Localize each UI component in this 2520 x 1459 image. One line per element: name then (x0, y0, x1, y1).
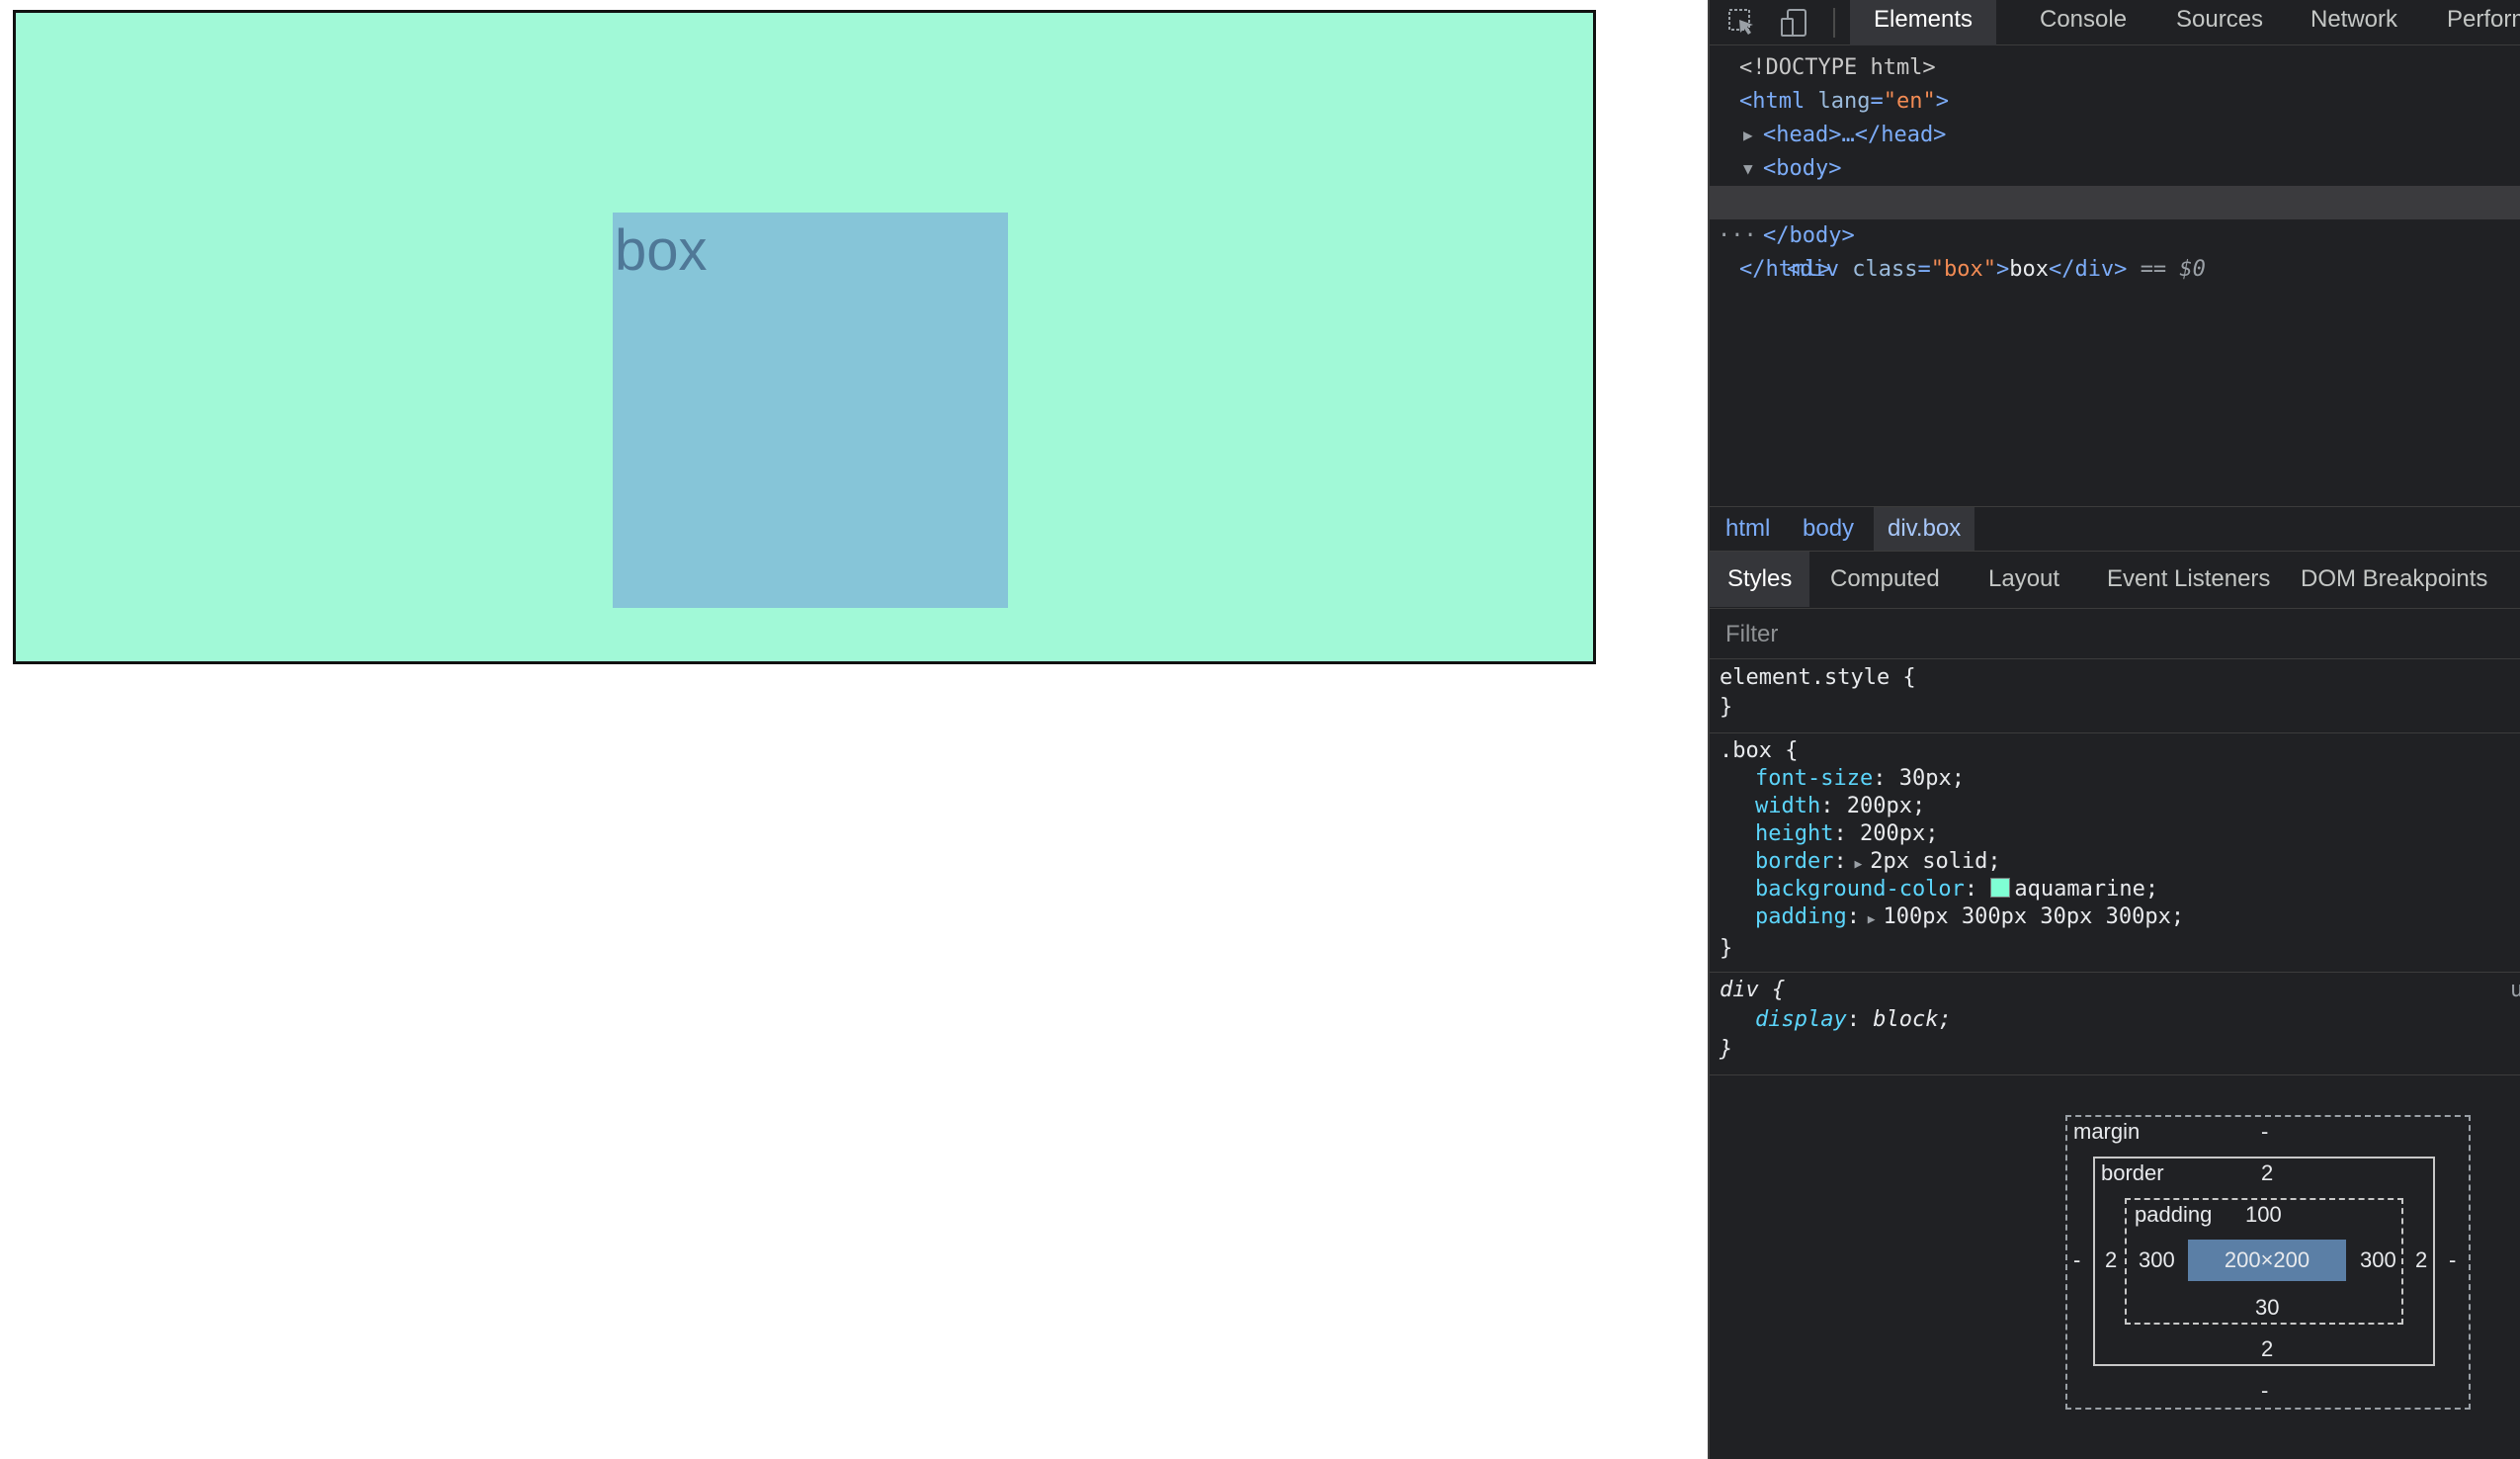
rule-close-brace: } (1720, 695, 1733, 720)
styles-subtabs: Styles Computed Layout Event Listeners D… (1710, 552, 2520, 609)
declaration-border[interactable]: border: ▶ 2px solid; (1755, 848, 2001, 876)
lang-value: "en" (1883, 89, 1936, 114)
border-left-value[interactable]: 2 (2105, 1247, 2117, 1273)
dom-tree: <!DOCTYPE html> <html lang="en"> ▶ <head>… (1710, 47, 2520, 504)
declaration-height[interactable]: height: 200px; (1755, 820, 1938, 848)
rule-close-brace: } (1720, 936, 1733, 961)
rule-div-user-agent: div { u display: block; } (1710, 973, 2520, 1075)
tab-event-listeners[interactable]: Event Listeners (2089, 552, 2288, 607)
margin-label: margin (2073, 1119, 2141, 1144)
device-toolbar-icon[interactable] (1777, 6, 1810, 40)
body-tag: <body> (1763, 156, 1842, 181)
lang-attr: lang (1817, 89, 1871, 114)
tab-dom-breakpoints[interactable]: DOM Breakpoints (2283, 552, 2505, 607)
tab-sources[interactable]: Sources (2152, 0, 2287, 45)
declaration-padding[interactable]: padding: ▶ 100px 300px 30px 300px; (1755, 903, 2184, 931)
box-content-area: box (613, 213, 1008, 608)
source-hint: u (2510, 977, 2520, 1004)
dom-node-div-box[interactable]: ··· <div class="box">box</div> == $0 (1710, 186, 2520, 282)
tab-network[interactable]: Network (2287, 0, 2421, 45)
selector-box[interactable]: .box { (1720, 737, 1798, 765)
padding-top-value[interactable]: 100 (2245, 1202, 2282, 1228)
expand-arrow-icon[interactable]: ▶ (1743, 119, 1753, 152)
margin-right-value[interactable]: - (2449, 1247, 2456, 1273)
selector-element-style[interactable]: element.style { (1720, 664, 1916, 692)
padding-left-value[interactable]: 300 (2139, 1247, 2175, 1273)
declaration-background-color[interactable]: background-color: aquamarine; (1755, 876, 2158, 903)
selector-div[interactable]: div { (1720, 977, 1785, 1004)
padding-label: padding (2135, 1202, 2213, 1227)
dom-node-body[interactable]: ▼ <body> (1710, 152, 2520, 186)
html-tag-close-bracket: > (1935, 89, 1949, 114)
margin-bottom-value[interactable]: - (2261, 1378, 2268, 1404)
expand-triangle-icon[interactable]: ▶ (1847, 857, 1870, 872)
box-model-content[interactable]: 200×200 (2188, 1240, 2346, 1281)
padding-right-value[interactable]: 300 (2360, 1247, 2396, 1273)
breadcrumb-div-box[interactable]: div.box (1874, 507, 1975, 551)
dom-node-html[interactable]: <html lang="en"> (1710, 85, 2520, 119)
devtools-toolbar: Elements Console Sources Network Perform… (1710, 0, 2520, 45)
devtools-panel: Elements Console Sources Network Perform… (1708, 0, 2520, 1459)
tab-layout[interactable]: Layout (1971, 552, 2077, 607)
padding-bottom-value[interactable]: 30 (2255, 1295, 2279, 1321)
margin-left-value[interactable]: - (2073, 1247, 2080, 1273)
border-top-value[interactable]: 2 (2261, 1160, 2273, 1186)
tab-styles[interactable]: Styles (1710, 552, 1810, 607)
color-swatch[interactable] (1990, 878, 2011, 898)
rule-element-style: element.style { } (1710, 660, 2520, 733)
margin-top-value[interactable]: - (2261, 1119, 2268, 1145)
breadcrumb-html[interactable]: html (1712, 507, 1784, 551)
tab-performance[interactable]: Performan (2423, 0, 2520, 45)
body-close-tag: </body> (1763, 223, 1855, 248)
rule-close-brace: } (1720, 1037, 1733, 1062)
expand-triangle-icon[interactable]: ▶ (1860, 912, 1883, 927)
rule-box: .box { font-size: 30px; width: 200px; he… (1710, 733, 2520, 973)
declaration-font-size[interactable]: font-size: 30px; (1755, 765, 1965, 793)
styled-box-outer: box (13, 10, 1596, 664)
toolbar-separator (1833, 8, 1835, 38)
tab-computed[interactable]: Computed (1812, 552, 1958, 607)
dom-node-head[interactable]: ▶ <head>…</head> (1710, 119, 2520, 152)
border-label: border (2101, 1160, 2164, 1185)
box-text: box (615, 218, 708, 283)
inspect-element-icon[interactable] (1725, 6, 1759, 40)
dom-node-body-close[interactable]: </body> (1710, 219, 2520, 253)
dom-node-doctype[interactable]: <!DOCTYPE html> (1710, 51, 2520, 85)
border-right-value[interactable]: 2 (2415, 1247, 2427, 1273)
html-close-tag: </html> (1739, 257, 1831, 282)
html-tag: <html (1739, 89, 1806, 114)
tab-elements[interactable]: Elements (1850, 0, 1997, 45)
head-tag: <head>…</head> (1763, 123, 1947, 147)
tab-console[interactable]: Console (2016, 0, 2150, 45)
breadcrumb-body[interactable]: body (1789, 507, 1868, 551)
declaration-display: display: block; (1755, 1007, 1952, 1032)
doctype-text: <!DOCTYPE html> (1739, 55, 1936, 80)
dom-node-html-close[interactable]: </html> (1710, 253, 2520, 287)
border-bottom-value[interactable]: 2 (2261, 1336, 2273, 1362)
box-model-diagram: 200×200 margin - - - - border 2 2 2 2 pa… (2065, 1115, 2480, 1412)
collapse-arrow-icon[interactable]: ▼ (1743, 152, 1753, 186)
page-preview: box (0, 0, 1708, 1459)
styles-filter-input[interactable] (1710, 610, 2520, 659)
breadcrumb: html body div.box (1710, 506, 2520, 552)
declaration-width[interactable]: width: 200px; (1755, 793, 1925, 820)
